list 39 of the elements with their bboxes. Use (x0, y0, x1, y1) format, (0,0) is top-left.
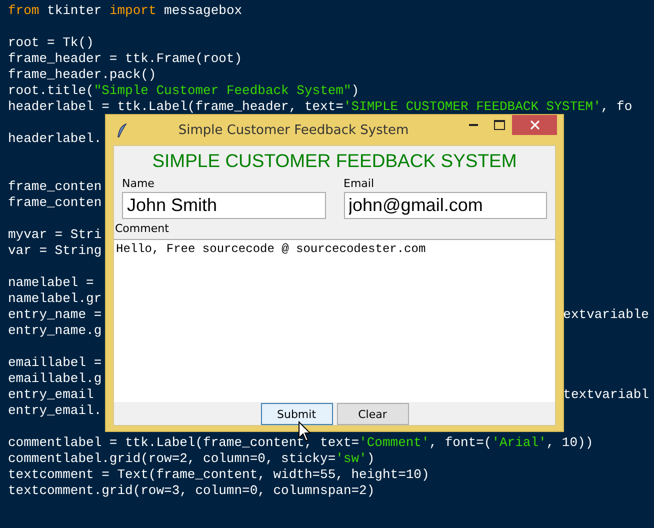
close-button[interactable] (512, 115, 557, 135)
comment-field[interactable]: Hello, Free sourcecode @ sourcecodester.com (114, 239, 555, 402)
field-label: Comment (115, 222, 169, 235)
code-line: textcomment.grid(row=3, column=0, columnspan=2) (8, 483, 375, 499)
code-line: entry_name = (8, 307, 102, 323)
code-line: root = Tk() (8, 35, 94, 51)
code-line: emaillabel.g (8, 371, 102, 387)
code-line: commentlabel = ttk.Label(frame_content, text='Comment', font=('Arial', 10)) (8, 435, 594, 451)
code-line: frame_header = ttk.Frame(root) (8, 51, 242, 67)
code-line: myvar = Stri (8, 227, 102, 243)
code-line: from tkinter import messagebox (8, 3, 242, 19)
code-line: entry_email (8, 387, 94, 403)
code-line: frame_conten (8, 195, 102, 211)
field-label: Name (122, 177, 154, 190)
code-line: extvariable (563, 307, 649, 323)
code-line: textcomment = Text(frame_content, width=55, height=10) (8, 467, 430, 483)
code-line: headerlabel = ttk.Label(frame_header, text='SIMPLE CUSTOMER FEEDBACK SYSTEM', fo (8, 99, 632, 115)
maximize-icon[interactable] (494, 120, 504, 130)
field-label: Email (344, 177, 374, 190)
code-line: var = String (8, 243, 102, 259)
code-line: headerlabel. (8, 131, 102, 147)
close-icon (530, 120, 540, 130)
code-line: textvariabl (563, 387, 649, 403)
code-line: emaillabel = (8, 355, 102, 371)
code-line: frame_header.pack() (8, 67, 156, 83)
code-line: entry_name.g (8, 323, 102, 339)
input-field[interactable]: John Smith (122, 192, 326, 219)
code-line: entry_email. (8, 403, 102, 419)
form-button[interactable]: Submit (260, 403, 332, 425)
code-line: namelabel.gr (8, 291, 102, 307)
feather-icon (117, 122, 127, 138)
form-button[interactable]: Clear (336, 403, 408, 425)
code-line: frame_conten (8, 179, 102, 195)
code-line: namelabel = (8, 275, 94, 291)
code-line: root.title("Simple Customer Feedback System") (8, 83, 360, 99)
window-title: Simple Customer Feedback System (178, 122, 409, 138)
minimize-icon[interactable] (468, 124, 478, 126)
code-line: commentlabel.grid(row=2, column=0, sticky='sw') (8, 451, 375, 467)
form-heading: SIMPLE CUSTOMER FEEDBACK SYSTEM (151, 150, 518, 172)
